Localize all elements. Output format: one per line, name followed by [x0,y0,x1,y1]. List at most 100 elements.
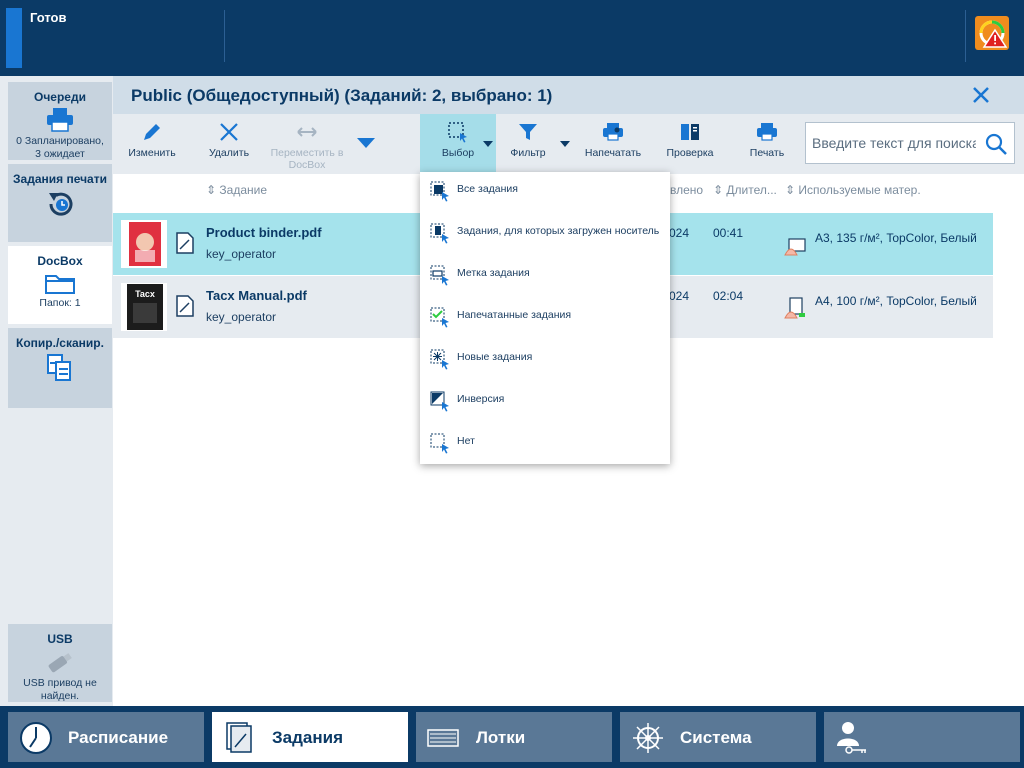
document-icon [176,295,194,317]
clock-icon [20,722,52,754]
print-button[interactable]: Печать [741,114,793,174]
select-dropdown-menu: Все задания Задания, для которых загруже… [420,172,670,464]
status-text: Готов [30,10,67,25]
job-thumbnail: Tacx [121,283,167,331]
jobs-document-icon [226,722,252,753]
job-duration: 00:41 [713,226,744,240]
menu-item-label: Все задания [457,183,518,195]
job-owner: key_operator [206,247,277,261]
system-warning-icon[interactable] [975,16,1009,50]
sidebar-item-label: DocBox [37,254,83,268]
search-icon[interactable] [984,132,1008,156]
left-sidebar: Очереди 0 Запланировано, 3 ожидает Задан… [0,76,113,706]
job-media: A3, 135 г/м², TopColor, Белый [815,231,977,245]
job-media: A4, 100 г/м², TopColor, Белый [815,294,977,308]
page-title: Public (Общедоступный) (Заданий: 2, выбр… [131,86,553,105]
select-dropdown-arrow-icon[interactable] [479,114,497,174]
job-date: 024 [669,226,690,240]
bottom-navigation: Расписание Задания Лотки Система [0,706,1024,768]
column-header-media[interactable]: ⇕ Используемые матер. [785,183,921,197]
menu-item-label: Метка задания [457,267,530,279]
proof-label: Проверка [666,147,714,159]
menu-item-label: Напечатанные задания [457,309,572,321]
tab-trays[interactable]: Лотки [416,712,612,762]
status-divider [965,10,966,62]
status-bar: Готов [0,0,1024,76]
usb-status-line1: USB привод не [23,677,97,689]
print-label: Печать [749,147,785,159]
history-clock-icon [49,192,73,216]
menu-item-printed-jobs[interactable]: Напечатанные задания [420,298,670,340]
tab-label: Система [680,728,752,747]
search-box [805,122,1015,164]
filter-funnel-icon [519,124,537,140]
filter-button[interactable]: Фильтр [501,114,555,174]
close-icon[interactable] [970,84,992,106]
printer-queue-icon [47,108,73,132]
menu-item-none[interactable]: Нет [420,424,670,466]
sidebar-item-label: USB [47,632,73,646]
sidebar-item-label: Задания печати [13,172,107,186]
column-header-added[interactable]: влено [670,183,703,197]
sidebar-item-queues[interactable]: Очереди 0 Запланировано, 3 ожидает [8,82,112,160]
move-dropdown-arrow-icon[interactable] [357,114,375,174]
menu-item-label: Задания, для которых загружен носитель [457,225,660,237]
job-label-icon [430,265,449,286]
sidebar-item-label: Очереди [34,90,86,104]
pencil-icon [144,124,160,140]
edit-button[interactable]: Изменить [121,114,183,174]
job-name: Product binder.pdf [206,225,322,240]
select-loaded-media-icon [430,223,449,244]
panel-header: Public (Общедоступный) (Заданий: 2, выбр… [113,76,1024,114]
menu-item-new-jobs[interactable]: Новые задания [420,340,670,382]
document-icon [176,232,194,254]
copy-scan-icon [47,354,71,381]
folder-count: Папок: 1 [39,297,81,309]
tab-label: Лотки [476,728,526,747]
tab-label: Задания [272,728,343,747]
printed-jobs-icon [430,307,449,328]
folder-icon [45,275,75,294]
delete-button[interactable]: Удалить [199,114,259,174]
search-input[interactable] [812,133,976,153]
tab-system[interactable]: Система [620,712,816,762]
move-to-docbox-button[interactable]: Переместить в DocBox [263,114,351,174]
column-header-job[interactable]: ⇕ Задание [206,183,267,197]
menu-item-invert[interactable]: Инверсия [420,382,670,424]
column-header-duration[interactable]: ⇕ Длител... [713,183,777,197]
print-label-text: Напечатать [584,147,642,159]
menu-item-select-all[interactable]: Все задания [420,172,670,214]
usb-drive-icon [48,653,72,673]
job-duration: 02:04 [713,289,744,303]
tab-jobs[interactable]: Задания [212,712,408,762]
filter-label: Фильтр [510,147,546,159]
tab-schedule[interactable]: Расписание [8,712,204,762]
queue-waiting-count: 3 ожидает [35,148,85,160]
job-date: 024 [669,289,690,303]
proof-button[interactable]: Проверка [659,114,721,174]
sidebar-item-label: Копир./сканир. [16,336,104,350]
tab-user[interactable] [824,712,1020,762]
media-a3-icon [784,238,806,256]
system-wheel-icon [633,723,663,753]
sidebar-item-print-jobs[interactable]: Задания печати [8,164,112,242]
sidebar-item-docbox[interactable]: DocBox Папок: 1 [8,246,112,324]
sidebar-item-usb[interactable]: USB USB привод не найден. [8,624,112,702]
sidebar-item-copy-scan[interactable]: Копир./сканир. [8,328,112,408]
filter-dropdown-arrow-icon[interactable] [556,114,574,174]
job-name: Tacx Manual.pdf [206,288,307,303]
menu-item-job-label[interactable]: Метка задания [420,256,670,298]
media-a4-icon [784,297,805,319]
new-jobs-icon [430,349,449,370]
menu-item-loaded-media[interactable]: Задания, для которых загружен носитель [420,214,670,256]
thumbnail-brand-text: Tacx [135,289,155,299]
usb-status-line2: найден. [40,690,80,702]
move-label-line2: DocBox [288,159,326,171]
print-label-button[interactable]: Напечатать [579,114,647,174]
status-accent [6,8,22,68]
job-owner: key_operator [206,310,277,324]
tab-label: Расписание [68,728,169,747]
edit-label: Изменить [128,147,176,159]
user-key-icon [837,722,866,754]
print-label-icon [603,123,623,141]
